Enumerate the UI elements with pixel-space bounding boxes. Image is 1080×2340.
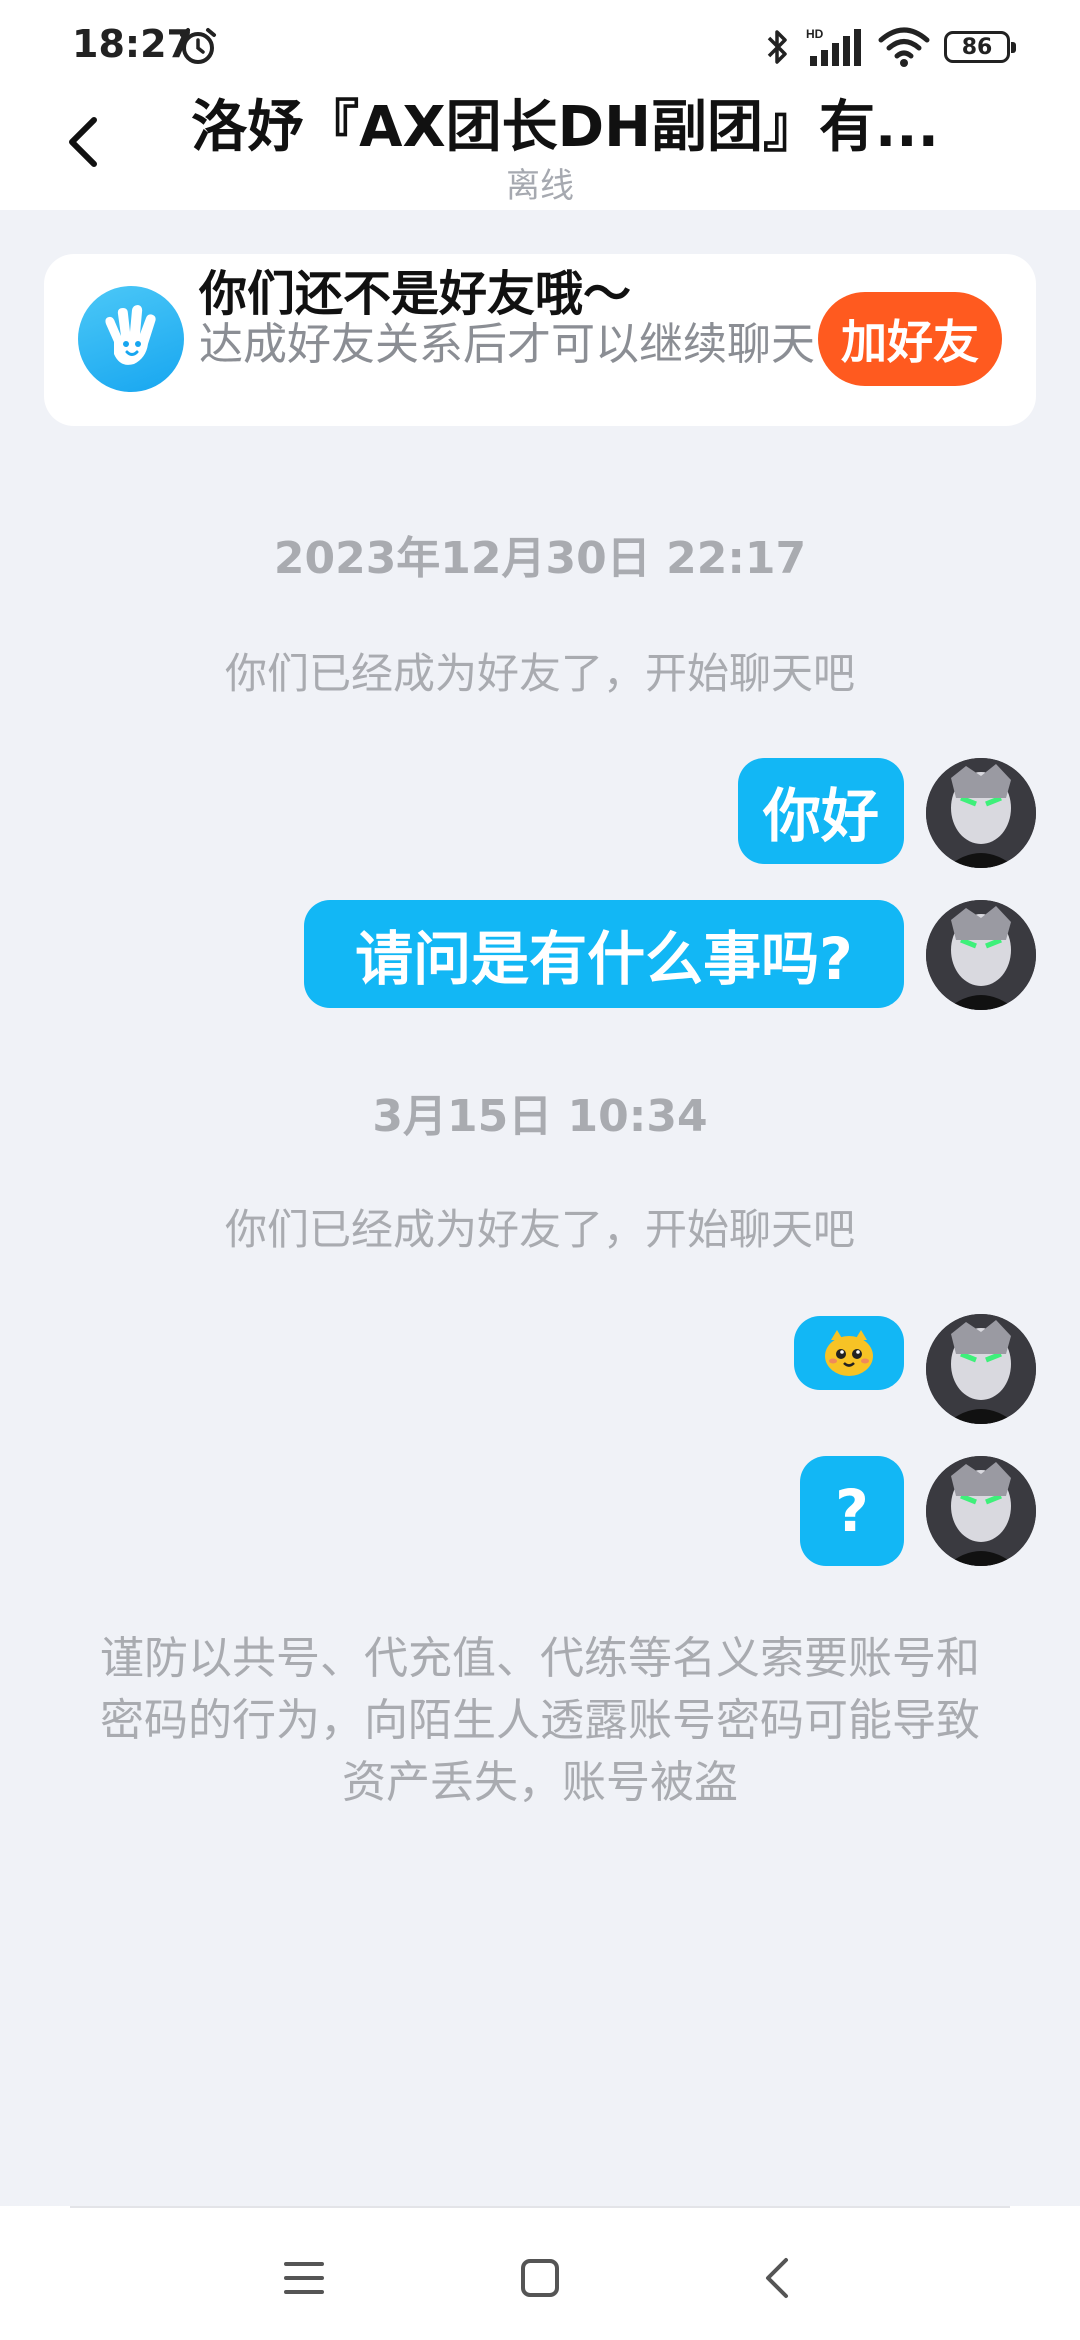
- timestamp: 3月15日 10:34: [372, 1091, 708, 1142]
- security-warning: 谨防以共号、代充值、代练等名义索要账号和密码的行为，向陌生人透露账号密码可能导致…: [100, 1633, 980, 1808]
- avatar[interactable]: [926, 758, 1036, 868]
- emoji-message-bubble[interactable]: [794, 1316, 904, 1390]
- avatar[interactable]: [926, 1456, 1036, 1566]
- signal-icon: HD: [806, 27, 861, 66]
- online-status: 离线: [506, 166, 574, 206]
- add-friend-button[interactable]: 加好友: [818, 292, 1002, 386]
- avatar[interactable]: [926, 900, 1036, 1010]
- alarm-icon: [180, 28, 216, 64]
- battery-indicator: 86: [944, 31, 1016, 63]
- battery-level: 86: [961, 34, 993, 60]
- bluetooth-icon: [767, 30, 787, 64]
- home-icon[interactable]: [520, 2258, 560, 2298]
- nav-back-icon[interactable]: [760, 2256, 796, 2300]
- wifi-icon: [878, 27, 930, 67]
- not-friend-banner: 你们还不是好友哦～ 达成好友关系后才可以继续聊天 加好友: [44, 254, 1036, 426]
- status-icons: HD 86: [762, 24, 1016, 70]
- yellow-face-emoji-icon: [825, 1330, 873, 1376]
- wave-hand-icon: [78, 286, 184, 392]
- system-note: 你们已经成为好友了，开始聊天吧: [224, 1205, 855, 1254]
- status-time: 18:27: [72, 22, 193, 66]
- menu-icon[interactable]: [284, 2258, 324, 2298]
- message-bubble[interactable]: 请问是有什么事吗?: [304, 900, 904, 1008]
- system-note: 你们已经成为好友了，开始聊天吧: [224, 649, 855, 698]
- hd-label: HD: [806, 27, 824, 41]
- message-bubble[interactable]: 你好: [738, 758, 904, 864]
- banner-description: 达成好友关系后才可以继续聊天: [199, 319, 815, 370]
- divider: [70, 2206, 1010, 2208]
- timestamp: 2023年12月30日 22:17: [273, 533, 807, 584]
- avatar[interactable]: [926, 1314, 1036, 1424]
- chat-title: 洛妤『AX团长DH副团』有...: [191, 95, 939, 160]
- message-bubble[interactable]: ?: [800, 1456, 904, 1566]
